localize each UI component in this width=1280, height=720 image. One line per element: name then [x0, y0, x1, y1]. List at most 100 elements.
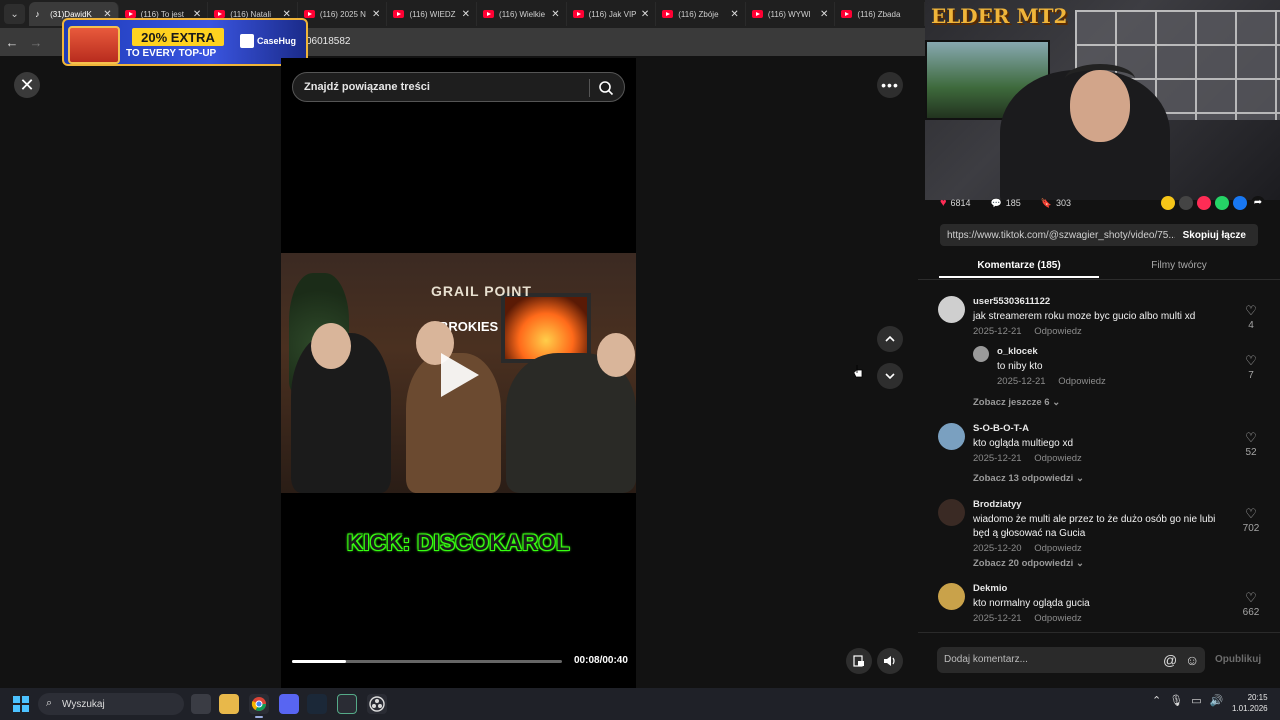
- view-more-replies[interactable]: Zobacz 13 odpowiedzi ⌄: [973, 473, 1084, 484]
- tab-search-chevron-icon[interactable]: ⌄: [4, 4, 26, 24]
- comment-username[interactable]: Brodziatyy: [973, 499, 1233, 510]
- avatar[interactable]: [938, 296, 965, 323]
- emoji-share-icon[interactable]: [1161, 196, 1175, 210]
- volume-button[interactable]: [877, 648, 903, 674]
- discord-icon[interactable]: [279, 694, 299, 714]
- comment-like[interactable]: ♡ 702: [1239, 507, 1263, 535]
- view-more-replies[interactable]: Zobacz jeszcze 6 ⌄: [973, 397, 1060, 408]
- volume-icon[interactable]: 🔊: [1210, 694, 1224, 707]
- share-arrow-icon[interactable]: ➦: [1251, 196, 1265, 210]
- youtube-icon: [124, 10, 136, 18]
- heart-outline-icon: ♡: [1245, 353, 1257, 368]
- browser-tab[interactable]: (116) Jak VIP ✕: [567, 2, 657, 26]
- reply-link[interactable]: Odpowiedz: [1034, 543, 1082, 554]
- tab-label: (116) WYWI: [767, 9, 811, 19]
- back-arrow-icon[interactable]: ←: [0, 30, 24, 54]
- ad-banner[interactable]: 20% EXTRA TO EVERY TOP-UP CaseHug: [62, 18, 308, 66]
- tab-label: (116) Zbóje: [678, 9, 719, 19]
- comment-date: 2025-12-21: [973, 613, 1022, 624]
- tab-comments[interactable]: Komentarze (185): [939, 256, 1099, 278]
- browser-tab[interactable]: (116) WIEDZ ✕: [387, 2, 478, 26]
- taskbar-search[interactable]: ⌕ Wyszukaj: [38, 693, 184, 715]
- like-count: 6814: [950, 198, 971, 208]
- reply-link[interactable]: Odpowiedz: [1034, 326, 1082, 337]
- send-icon[interactable]: [1197, 196, 1211, 210]
- ad-brand-logo: CaseHug: [240, 34, 296, 48]
- related-search-input[interactable]: Znajdź powiązane treści: [292, 72, 625, 102]
- browser-tab[interactable]: (116) Wielkie ✕: [477, 2, 567, 26]
- file-explorer-icon[interactable]: [219, 694, 239, 714]
- person-head: [311, 323, 351, 369]
- windows-start-icon[interactable]: [13, 696, 29, 712]
- browser-tab[interactable]: (116) Zbóje ✕: [656, 2, 746, 26]
- post-comment-button[interactable]: Opublikuj: [1215, 654, 1261, 665]
- panel-tabs: Komentarze (185) Filmy twórcy: [939, 256, 1259, 278]
- comment-username[interactable]: o_klocek: [997, 346, 1257, 357]
- youtube-icon: [572, 10, 584, 18]
- mention-at-icon[interactable]: @: [1163, 652, 1177, 668]
- comment-username[interactable]: Dekmio: [973, 583, 1233, 594]
- obs-icon[interactable]: [367, 694, 387, 714]
- avatar[interactable]: [938, 499, 965, 526]
- avatar[interactable]: [938, 583, 965, 610]
- tab-creator-videos[interactable]: Filmy twórcy: [1099, 256, 1259, 278]
- comment-like[interactable]: ♡ 4: [1239, 304, 1263, 332]
- picture-in-picture-button[interactable]: [846, 648, 872, 674]
- progress-bar[interactable]: [292, 660, 562, 663]
- reply-link[interactable]: Odpowiedz: [1034, 613, 1082, 624]
- tab-close-icon[interactable]: ✕: [551, 9, 559, 20]
- comment-like[interactable]: ♡ 662: [1239, 591, 1263, 619]
- play-icon[interactable]: [441, 353, 479, 397]
- bookmark-icon: 🔖: [1040, 197, 1053, 208]
- comment: S-O-B-O-T-A kto ogląda multiego xd 2025-…: [938, 423, 1263, 467]
- avatar[interactable]: [973, 346, 989, 362]
- system-clock[interactable]: 20:15 1.01.2026: [1232, 692, 1268, 714]
- chevron-up-icon[interactable]: ⌃: [1152, 694, 1161, 707]
- display-icon[interactable]: ▭: [1191, 694, 1201, 707]
- more-options-button[interactable]: •••: [877, 72, 903, 98]
- save-stat[interactable]: 🔖 303: [1041, 198, 1071, 209]
- copy-link-button[interactable]: Skopiuj łącze: [1175, 230, 1258, 241]
- reply-link[interactable]: Odpowiedz: [1034, 453, 1082, 464]
- tab-close-icon[interactable]: ✕: [820, 9, 828, 20]
- url-text[interactable]: 06018582: [306, 36, 351, 47]
- comment-like[interactable]: ♡ 52: [1239, 431, 1263, 459]
- comment-username[interactable]: user55303611122: [973, 296, 1233, 307]
- reply-link[interactable]: Odpowiedz: [1058, 376, 1106, 387]
- steam-icon[interactable]: [307, 694, 327, 714]
- progress-fill: [292, 660, 346, 663]
- share-icons: ➦: [1161, 196, 1265, 210]
- comment-stat[interactable]: 💬 185: [991, 198, 1021, 209]
- microphone-icon[interactable]: 🎙: [1169, 694, 1183, 707]
- previous-video-button[interactable]: [877, 326, 903, 352]
- like-stat[interactable]: ♥ 6814: [940, 197, 971, 209]
- browser-tab[interactable]: (116) 2025 N ✕: [298, 2, 388, 26]
- app-icon[interactable]: [337, 694, 357, 714]
- comment-text: wiadomo że multi ale przez to że dużo os…: [973, 514, 1216, 539]
- avatar[interactable]: [938, 423, 965, 450]
- heart-icon: ♥: [940, 197, 947, 209]
- comment-like[interactable]: ♡ 7: [1239, 353, 1263, 382]
- comment-username[interactable]: S-O-B-O-T-A: [973, 423, 1233, 434]
- embed-icon[interactable]: [1179, 196, 1193, 210]
- chevron-down-icon: ⌄: [1075, 473, 1084, 484]
- view-more-replies[interactable]: Zobacz 20 odpowiedzi ⌄: [973, 558, 1084, 569]
- search-icon[interactable]: [598, 80, 614, 96]
- comment-text: jak streamerem roku moze byc gucio albo …: [973, 311, 1196, 322]
- tab-close-icon[interactable]: ✕: [730, 9, 738, 20]
- video-link[interactable]: https://www.tiktok.com/@szwagier_shoty/v…: [947, 230, 1175, 241]
- tab-close-icon[interactable]: ✕: [641, 9, 649, 20]
- browser-tab[interactable]: (116) WYWI ✕: [746, 2, 836, 26]
- facebook-icon[interactable]: [1233, 196, 1247, 210]
- whatsapp-icon[interactable]: [1215, 196, 1229, 210]
- emoji-icon[interactable]: ☺: [1185, 652, 1199, 668]
- tab-close-icon[interactable]: ✕: [372, 9, 380, 20]
- tab-close-icon[interactable]: ✕: [462, 9, 470, 20]
- forward-arrow-icon[interactable]: →: [24, 30, 48, 54]
- close-button[interactable]: ✕: [14, 72, 40, 98]
- browser-tab[interactable]: (116) Zbada: [835, 2, 925, 26]
- task-view-icon[interactable]: [191, 694, 211, 714]
- next-video-button[interactable]: [877, 363, 903, 389]
- youtube-icon: [841, 10, 853, 18]
- chrome-icon[interactable]: [249, 694, 269, 718]
